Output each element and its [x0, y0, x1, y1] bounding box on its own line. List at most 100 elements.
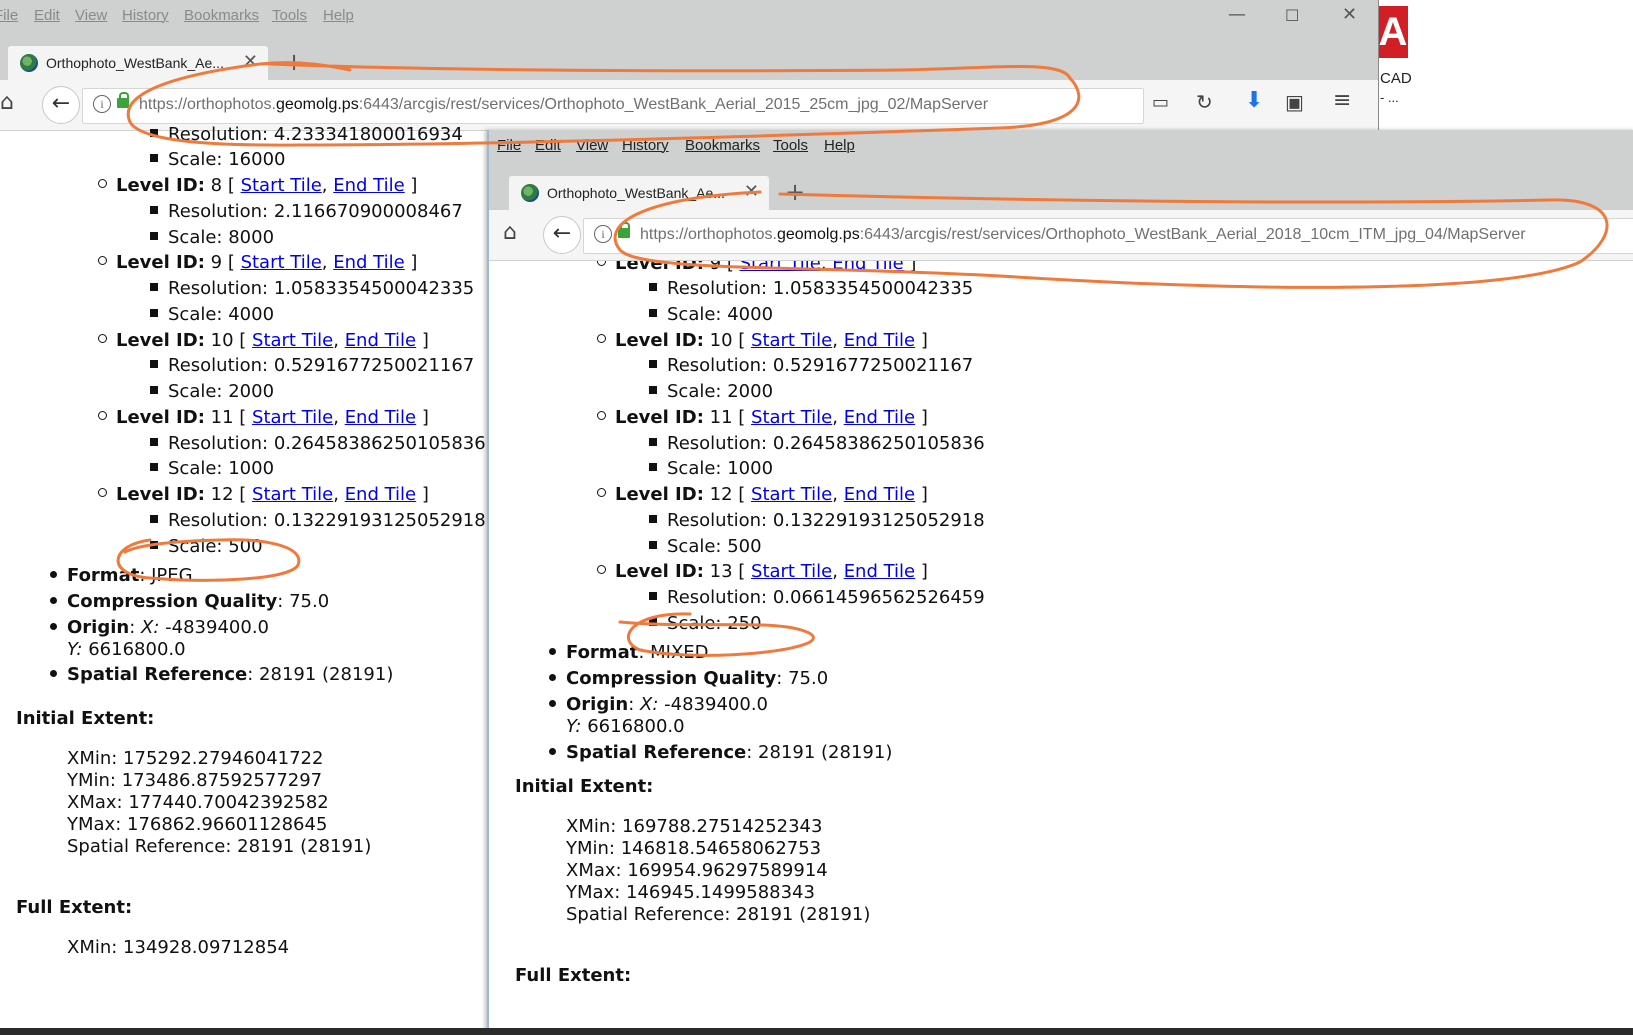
- menu-view[interactable]: View: [576, 137, 608, 154]
- origin-item: Origin: X: -4839400.0: [549, 694, 768, 716]
- menu-help[interactable]: Help: [323, 7, 354, 24]
- origin-item: Origin: X: -4839400.0: [50, 617, 269, 639]
- url-bar[interactable]: i https://orthophotos.geomolg.ps:6443/ar…: [82, 88, 1144, 124]
- minimize-icon[interactable]: —: [1228, 4, 1246, 25]
- end-tile-link[interactable]: End Tile: [844, 407, 915, 428]
- scale-item: Scale: 1000: [649, 458, 773, 480]
- extent-ymin: YMin: 173486.87592577297: [67, 770, 323, 791]
- globe-favicon-icon: [20, 54, 38, 72]
- scale-item: Scale: 500: [150, 536, 263, 558]
- info-icon[interactable]: i: [594, 225, 612, 243]
- back-arrow-icon[interactable]: ←: [543, 216, 581, 254]
- url-bar[interactable]: i https://orthophotos.geomolg.ps:6443/ar…: [583, 218, 1633, 254]
- home-icon[interactable]: ⌂: [503, 220, 517, 245]
- end-tile-link[interactable]: End Tile: [345, 484, 416, 505]
- menu-hamburger-icon[interactable]: ≡: [1333, 88, 1351, 113]
- end-tile-link[interactable]: End Tile: [345, 407, 416, 428]
- end-tile-link[interactable]: End Tile: [844, 330, 915, 351]
- menu-tools[interactable]: Tools: [272, 7, 307, 24]
- menu-tools[interactable]: Tools: [773, 137, 808, 154]
- sidebar-icon[interactable]: ▣: [1285, 90, 1304, 114]
- full-extent-xmin: XMin: 134928.09712854: [67, 937, 290, 958]
- menu-bookmarks[interactable]: Bookmarks: [685, 137, 760, 154]
- level-item: Level ID: 10 [ Start Tile, End Tile ]: [597, 330, 928, 352]
- url-text: https://orthophotos.geomolg.ps:6443/arcg…: [640, 226, 1526, 243]
- full-extent-heading: Full Extent:: [16, 897, 133, 918]
- autocad-icon[interactable]: A: [1378, 6, 1408, 58]
- resolution-item: Resolution: 2.116670900008467: [150, 201, 463, 223]
- home-icon[interactable]: ⌂: [0, 90, 14, 115]
- start-tile-link[interactable]: Start Tile: [241, 252, 322, 273]
- end-tile-link[interactable]: End Tile: [333, 175, 404, 196]
- back-arrow-icon[interactable]: ←: [42, 86, 80, 124]
- info-icon[interactable]: i: [93, 95, 111, 113]
- end-tile-link[interactable]: End Tile: [345, 330, 416, 351]
- end-tile-link[interactable]: End Tile: [844, 484, 915, 505]
- menu-edit[interactable]: Edit: [535, 137, 561, 154]
- extent-xmin: XMin: 169788.27514252343: [566, 816, 823, 837]
- spatial-reference-item: Spatial Reference: 28191 (28191): [50, 664, 393, 686]
- maximize-icon[interactable]: ☐: [1285, 6, 1299, 25]
- menu-history[interactable]: History: [622, 137, 669, 154]
- level-item: Level ID: 11 [ Start Tile, End Tile ]: [98, 407, 429, 429]
- scale-item: Scale: 16000: [150, 149, 285, 171]
- end-tile-link[interactable]: End Tile: [333, 252, 404, 273]
- menu-history[interactable]: History: [122, 7, 169, 24]
- resolution-item: Resolution: 0.13229193125052918: [649, 510, 985, 532]
- scale-item: Scale: 500: [649, 536, 762, 558]
- extent-xmin: XMin: 175292.27946041722: [67, 748, 324, 769]
- desktop-area: A CAD - ...: [1378, 0, 1633, 130]
- end-tile-link[interactable]: End Tile: [844, 561, 915, 582]
- format-item: Format: MIXED: [549, 642, 709, 664]
- start-tile-link[interactable]: Start Tile: [252, 484, 333, 505]
- resolution-item: Resolution: 0.26458386250105836: [649, 433, 985, 455]
- resolution-item: Resolution: 0.13229193125052918: [150, 510, 486, 532]
- menu-help[interactable]: Help: [824, 137, 855, 154]
- menu-edit[interactable]: Edit: [34, 7, 60, 24]
- lock-icon: [117, 92, 129, 108]
- start-tile-link[interactable]: Start Tile: [252, 407, 333, 428]
- close-window-icon[interactable]: ✕: [1342, 4, 1357, 25]
- level-item: Level ID: 8 [ Start Tile, End Tile ]: [98, 175, 417, 197]
- menu-view[interactable]: View: [75, 7, 107, 24]
- tab-strip: Orthophoto_WestBank_Ae... ✕ +: [489, 162, 1633, 210]
- scale-item: Scale: 2000: [649, 381, 773, 403]
- initial-extent-heading: Initial Extent:: [16, 708, 155, 729]
- menu-file[interactable]: File: [497, 137, 521, 154]
- start-tile-link[interactable]: Start Tile: [751, 561, 832, 582]
- download-icon[interactable]: ⬇: [1245, 88, 1263, 113]
- tab-title: Orthophoto_WestBank_Ae...: [547, 185, 725, 201]
- menu-bar: File Edit View History Bookmarks Tools H…: [0, 0, 1378, 32]
- close-tab-icon[interactable]: ✕: [243, 51, 258, 72]
- reader-view-icon[interactable]: ▭: [1152, 92, 1169, 113]
- start-tile-link[interactable]: Start Tile: [751, 330, 832, 351]
- reload-icon[interactable]: ↻: [1196, 90, 1213, 114]
- close-tab-icon[interactable]: ✕: [744, 181, 759, 202]
- extent-spatial-reference: Spatial Reference: 28191 (28191): [67, 836, 372, 857]
- compression-item: Compression Quality: 75.0: [50, 591, 329, 613]
- page-content: Level ID: 9 [ Start Tile, End Tile ] Res…: [489, 261, 1633, 1035]
- start-tile-link[interactable]: Start Tile: [241, 175, 322, 196]
- level-item: Level ID: 10 [ Start Tile, End Tile ]: [98, 330, 429, 352]
- tab-orthophoto-2018[interactable]: Orthophoto_WestBank_Ae... ✕: [509, 176, 769, 210]
- start-tile-link[interactable]: Start Tile: [252, 330, 333, 351]
- extent-ymax: YMax: 176862.96601128645: [67, 814, 328, 835]
- new-tab-icon[interactable]: +: [284, 48, 304, 76]
- lock-icon: [618, 222, 630, 238]
- level-item: Level ID: 9 [ Start Tile, End Tile ]: [98, 252, 417, 274]
- start-tile-link[interactable]: Start Tile: [751, 484, 832, 505]
- level-item: Level ID: 13 [ Start Tile, End Tile ]: [597, 561, 928, 583]
- extent-spatial-reference: Spatial Reference: 28191 (28191): [566, 904, 871, 925]
- globe-favicon-icon: [521, 184, 539, 202]
- new-tab-icon[interactable]: +: [785, 178, 805, 206]
- menu-file[interactable]: File: [0, 7, 18, 24]
- format-item: Format: JPEG: [50, 565, 193, 587]
- extent-xmax: XMax: 169954.96297589914: [566, 860, 828, 881]
- tab-orthophoto-2015[interactable]: Orthophoto_WestBank_Ae... ✕: [8, 46, 268, 80]
- level-item: Level ID: 12 [ Start Tile, End Tile ]: [98, 484, 429, 506]
- spatial-reference-item: Spatial Reference: 28191 (28191): [549, 742, 892, 764]
- scale-item: Scale: 1000: [150, 458, 274, 480]
- start-tile-link[interactable]: Start Tile: [751, 407, 832, 428]
- extent-xmax: XMax: 177440.70042392582: [67, 792, 329, 813]
- menu-bookmarks[interactable]: Bookmarks: [184, 7, 259, 24]
